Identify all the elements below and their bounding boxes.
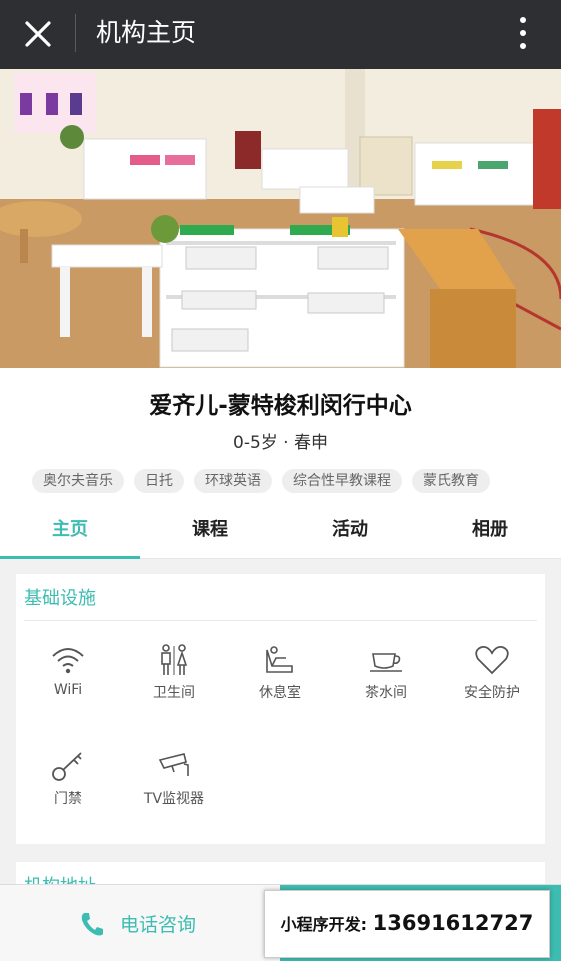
key-icon xyxy=(52,752,82,781)
tab-bar: 主页 课程 活动 相册 xyxy=(0,508,561,559)
tag: 综合性早教课程 xyxy=(282,469,402,493)
tab-album[interactable]: 相册 xyxy=(420,508,560,558)
tag: 奥尔夫音乐 xyxy=(32,469,124,493)
facility-label: 卫生间 xyxy=(153,685,195,701)
tab-home[interactable]: 主页 xyxy=(0,508,140,559)
tag: 蒙氏教育 xyxy=(412,469,490,493)
promo-label: 小程序开发: xyxy=(280,915,368,934)
facility-label: 门禁 xyxy=(54,791,82,807)
facility-access-control: 门禁 xyxy=(18,750,118,808)
wifi-icon xyxy=(52,648,84,674)
facility-wifi: WiFi xyxy=(18,644,118,698)
facility-label: TV监视器 xyxy=(143,791,205,807)
facilities-card: 基础设施 WiFi 卫生间 休息室 茶水间 安全防护 门禁 TV监视器 xyxy=(16,574,545,844)
tag: 环球英语 xyxy=(194,469,272,493)
heart-icon xyxy=(475,645,509,675)
divider xyxy=(75,14,76,52)
facility-label: 休息室 xyxy=(259,685,301,701)
camera-icon xyxy=(158,753,189,776)
facility-label: WiFi xyxy=(53,682,83,698)
hero-photo xyxy=(0,69,561,368)
tab-courses[interactable]: 课程 xyxy=(140,508,280,558)
promo-overlay: 小程序开发: 13691612727 xyxy=(264,890,550,958)
tab-activities[interactable]: 活动 xyxy=(280,508,420,558)
facility-safety: 安全防护 xyxy=(442,644,542,702)
facility-label: 安全防护 xyxy=(464,685,520,701)
phone-consult-button[interactable]: 电话咨询 xyxy=(0,885,280,961)
restroom-icon xyxy=(161,644,188,675)
tea-cup-icon xyxy=(370,653,402,672)
lounge-chair-icon xyxy=(266,646,293,673)
organization-age-location: 0-5岁 · 春申 xyxy=(233,433,328,453)
close-icon[interactable] xyxy=(22,18,54,50)
organization-header: 爱齐儿-蒙特梭利闵行中心 0-5岁 · 春申 奥尔夫音乐 日托 环球英语 综合性… xyxy=(0,368,561,559)
top-navigation-bar: 机构主页 xyxy=(0,0,561,69)
promo-phone: 13691612727 xyxy=(372,911,534,935)
facility-restroom: 卫生间 xyxy=(124,644,224,702)
facility-label: 茶水间 xyxy=(365,685,407,701)
more-options-icon[interactable] xyxy=(512,14,534,54)
facility-tea-room: 茶水间 xyxy=(336,644,436,702)
page-title: 机构主页 xyxy=(96,18,197,47)
facility-lounge: 休息室 xyxy=(230,644,330,702)
organization-name: 爱齐儿-蒙特梭利闵行中心 xyxy=(149,393,412,419)
tag-list: 奥尔夫音乐 日托 环球英语 综合性早教课程 蒙氏教育 xyxy=(32,469,490,493)
facilities-title: 基础设施 xyxy=(24,588,96,609)
phone-consult-label: 电话咨询 xyxy=(120,914,197,936)
phone-icon xyxy=(81,913,103,936)
divider xyxy=(24,620,537,621)
facility-tv-monitor: TV监视器 xyxy=(124,750,224,808)
tag: 日托 xyxy=(134,469,184,493)
